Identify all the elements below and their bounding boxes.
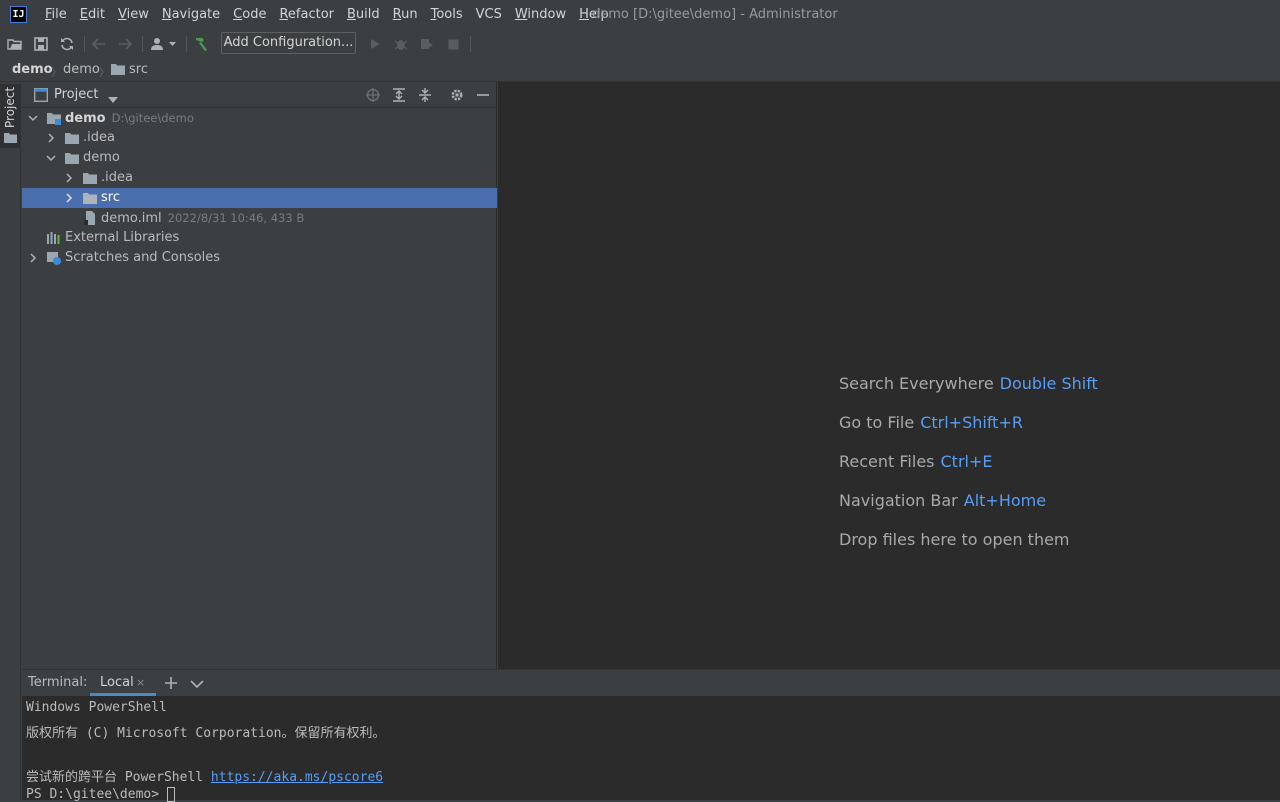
plus-icon[interactable] bbox=[164, 676, 178, 694]
tree-item-label: demo.iml 2022/8/31 10:46, 433 B bbox=[101, 211, 305, 226]
synchronize-icon[interactable] bbox=[58, 35, 76, 53]
save-all-icon[interactable] bbox=[32, 35, 50, 53]
forward-arrow-icon[interactable] bbox=[116, 35, 134, 53]
chevron-right-icon[interactable] bbox=[64, 173, 74, 183]
tree-item-label: Scratches and Consoles bbox=[65, 250, 221, 265]
hint-drop-files: Drop files here to open them bbox=[839, 530, 1070, 549]
menu-vcs[interactable]: VCS bbox=[476, 0, 502, 29]
breadcrumb-item-project[interactable]: demo bbox=[12, 58, 53, 81]
chevron-right-icon: 〉 bbox=[51, 66, 62, 79]
run-with-coverage-icon[interactable] bbox=[418, 35, 436, 53]
project-view-selector[interactable]: Project bbox=[54, 82, 98, 108]
chevron-down-icon[interactable] bbox=[46, 153, 56, 163]
run-icon[interactable] bbox=[366, 35, 384, 53]
terminal-tab-local[interactable]: Local × bbox=[90, 670, 156, 696]
terminal-line: 尝试新的跨平台 PowerShell https://aka.ms/pscore… bbox=[26, 770, 384, 785]
tree-item-label: External Libraries bbox=[65, 230, 180, 245]
tree-item-folder[interactable]: .idea bbox=[22, 128, 497, 148]
hint-search-everywhere: Search Everywhere Double Shift bbox=[839, 374, 1098, 393]
add-configuration-button[interactable]: Add Configuration... bbox=[221, 32, 356, 54]
module-folder-icon bbox=[47, 113, 61, 125]
toolbar-separator bbox=[470, 36, 471, 52]
menu-view[interactable]: View bbox=[118, 0, 149, 29]
iml-file-icon bbox=[84, 211, 95, 225]
toolbar-separator bbox=[186, 36, 187, 52]
menu-refactor[interactable]: Refactor bbox=[279, 0, 334, 29]
menu-bar: IJ File Edit View Navigate Code Refactor… bbox=[0, 0, 1280, 29]
tree-item-project-root[interactable]: demo D:\gitee\demo bbox=[22, 108, 497, 128]
project-tab-label: Project bbox=[3, 86, 17, 128]
chevron-right-icon[interactable] bbox=[28, 253, 38, 263]
hint-go-to-file: Go to File Ctrl+Shift+R bbox=[839, 413, 1023, 432]
menu-tools[interactable]: Tools bbox=[431, 0, 463, 29]
menu-navigate[interactable]: Navigate bbox=[162, 0, 220, 29]
project-panel: Project demo D:\gitee\demo .idea demo .i… bbox=[22, 82, 497, 669]
tree-item-file[interactable]: demo.iml 2022/8/31 10:46, 433 B bbox=[22, 208, 497, 228]
minimize-icon[interactable] bbox=[475, 87, 491, 103]
tree-item-label: demo D:\gitee\demo bbox=[65, 111, 194, 126]
pscore6-link[interactable]: https://aka.ms/pscore6 bbox=[211, 770, 383, 785]
menu-window[interactable]: Window bbox=[515, 0, 566, 29]
folder-icon bbox=[65, 133, 79, 144]
intellij-logo-icon: IJ bbox=[10, 6, 27, 23]
left-tool-stripe bbox=[0, 82, 21, 800]
breadcrumb-item-src[interactable]: src bbox=[129, 58, 148, 81]
project-tool-window-tab[interactable]: Project bbox=[0, 84, 21, 148]
tree-item-external-libraries[interactable]: External Libraries bbox=[22, 228, 497, 248]
folder-icon bbox=[65, 153, 79, 164]
menu-edit[interactable]: Edit bbox=[80, 0, 105, 29]
debug-icon[interactable] bbox=[392, 35, 410, 53]
gear-icon[interactable] bbox=[449, 87, 465, 103]
breadcrumb-item-module[interactable]: demo bbox=[63, 58, 100, 81]
folder-icon bbox=[83, 173, 97, 184]
terminal-header: Terminal: Local × bbox=[22, 669, 1280, 696]
tree-item-folder[interactable]: .idea bbox=[22, 168, 497, 188]
toolbar-separator bbox=[84, 36, 85, 52]
project-window-icon bbox=[33, 87, 49, 106]
menu-file[interactable]: File bbox=[45, 0, 67, 29]
tree-item-label: .idea bbox=[101, 170, 133, 185]
tree-item-label: src bbox=[101, 190, 120, 205]
chevron-right-icon[interactable] bbox=[64, 193, 74, 203]
scratches-icon bbox=[47, 252, 61, 265]
window-title: demo [D:\gitee\demo] - Administrator bbox=[592, 7, 838, 22]
menu-build[interactable]: Build bbox=[347, 0, 380, 29]
tree-item-src-selected[interactable]: src bbox=[22, 188, 497, 208]
library-icon bbox=[47, 232, 60, 244]
chevron-right-icon[interactable] bbox=[46, 133, 56, 143]
editor-area[interactable]: Search Everywhere Double Shift Go to File… bbox=[498, 82, 1280, 669]
project-panel-header: Project bbox=[22, 82, 497, 108]
user-dropdown-icon[interactable] bbox=[150, 35, 178, 53]
chevron-down-icon[interactable] bbox=[28, 113, 38, 123]
chevron-down-icon[interactable] bbox=[190, 678, 204, 693]
folder-icon bbox=[4, 132, 17, 147]
folder-icon bbox=[111, 63, 125, 79]
tree-item-folder[interactable]: demo bbox=[22, 148, 497, 168]
terminal-line: 版权所有 (C) Microsoft Corporation。保留所有权利。 bbox=[26, 726, 386, 741]
menu-code[interactable]: Code bbox=[233, 0, 266, 29]
menu-run[interactable]: Run bbox=[393, 0, 418, 29]
chevron-right-icon: 〉 bbox=[99, 66, 110, 79]
terminal-title: Terminal: bbox=[28, 675, 88, 690]
stop-icon[interactable] bbox=[444, 35, 462, 53]
open-folder-icon[interactable] bbox=[6, 35, 24, 53]
terminal-output[interactable]: Windows PowerShell 版权所有 (C) Microsoft Co… bbox=[22, 696, 1280, 802]
navigation-bar: demo 〉 demo 〉 src bbox=[0, 58, 1280, 82]
back-arrow-icon[interactable] bbox=[90, 35, 108, 53]
build-hammer-icon[interactable] bbox=[192, 35, 210, 53]
toolbar-separator bbox=[142, 36, 143, 52]
folder-icon bbox=[83, 193, 97, 204]
locate-file-icon[interactable] bbox=[365, 87, 381, 103]
chevron-down-icon[interactable] bbox=[108, 92, 118, 107]
hint-recent-files: Recent Files Ctrl+E bbox=[839, 452, 993, 471]
terminal-line: Windows PowerShell bbox=[26, 700, 167, 715]
tree-item-label: demo bbox=[83, 150, 120, 165]
hint-navigation-bar: Navigation Bar Alt+Home bbox=[839, 491, 1047, 510]
collapse-all-icon[interactable] bbox=[417, 87, 433, 103]
expand-all-icon[interactable] bbox=[391, 87, 407, 103]
main-menu: File Edit View Navigate Code Refactor Bu… bbox=[45, 0, 622, 29]
tree-item-scratches[interactable]: Scratches and Consoles bbox=[22, 248, 497, 268]
tree-item-label: .idea bbox=[83, 130, 115, 145]
main-toolbar: Add Configuration... bbox=[0, 29, 1280, 58]
